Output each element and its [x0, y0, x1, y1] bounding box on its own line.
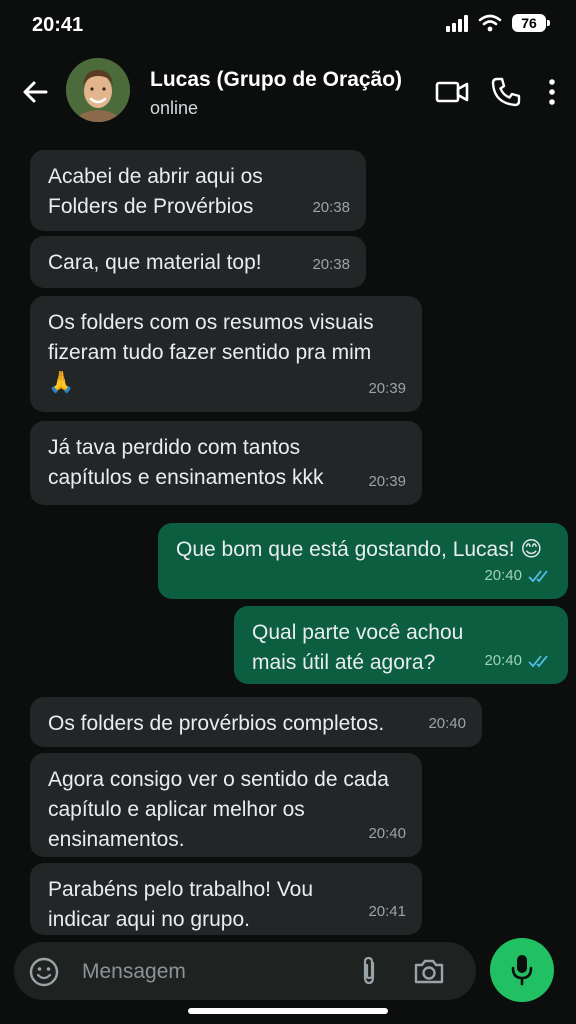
camera-icon[interactable]: [412, 956, 446, 986]
emoji-icon[interactable]: [28, 956, 60, 988]
message-incoming[interactable]: Os folders de provérbios completos. 20:4…: [30, 697, 482, 747]
battery-indicator: 76: [512, 14, 550, 32]
message-incoming[interactable]: Acabei de abrir aqui os Folders de Prové…: [30, 150, 366, 231]
contact-status: online: [150, 98, 199, 118]
message-time: 20:40: [428, 715, 466, 732]
double-check-icon: [528, 570, 548, 583]
message-list[interactable]: Acabei de abrir aqui os Folders de Prové…: [0, 138, 576, 938]
cellular-signal-icon: [446, 14, 468, 32]
mic-icon: [511, 955, 533, 986]
message-outgoing[interactable]: Qual parte você achou mais útil até agor…: [234, 606, 568, 684]
phone-icon[interactable]: [488, 74, 524, 110]
message-text: Acabei de abrir aqui os Folders de Prové…: [48, 165, 263, 218]
message-text: Os folders de provérbios completos.: [48, 712, 385, 735]
message-text: Cara, que material top!: [48, 251, 262, 274]
double-check-icon: [528, 655, 548, 668]
message-composer: [14, 942, 476, 1000]
message-time: 20:39: [368, 380, 406, 397]
message-time: 20:40: [484, 567, 522, 584]
wifi-icon: [478, 14, 502, 32]
status-bar: 20:41 76: [0, 0, 576, 54]
message-time: 20:40: [368, 825, 406, 842]
message-incoming[interactable]: Os folders com os resumos visuais fizera…: [30, 296, 422, 412]
more-options-icon[interactable]: [540, 74, 564, 110]
status-time: 20:41: [32, 14, 84, 36]
back-arrow-icon[interactable]: [18, 74, 54, 110]
message-text: Já tava perdido com tantos capítulos e e…: [48, 436, 324, 489]
video-call-icon[interactable]: [434, 74, 470, 110]
message-time: 20:38: [312, 199, 350, 216]
status-icons: 76: [446, 14, 550, 32]
message-time: 20:40: [484, 652, 522, 669]
message-time: 20:39: [368, 473, 406, 490]
message-text: Agora consigo ver o sentido de cada capí…: [48, 768, 389, 851]
avatar[interactable]: [66, 58, 130, 122]
message-incoming[interactable]: Parabéns pelo trabalho! Vou indicar aqui…: [30, 863, 422, 935]
attach-icon[interactable]: [354, 955, 384, 987]
message-incoming[interactable]: Já tava perdido com tantos capítulos e e…: [30, 421, 422, 505]
home-indicator: [188, 1008, 388, 1014]
message-time: 20:41: [368, 903, 406, 920]
message-time: 20:38: [312, 256, 350, 273]
chat-header: Lucas (Grupo de Oração) online: [0, 54, 576, 130]
mic-button[interactable]: [490, 938, 554, 1002]
message-input[interactable]: [80, 952, 334, 992]
message-text: Parabéns pelo trabalho! Vou indicar aqui…: [48, 878, 314, 931]
message-text: Os folders com os resumos visuais fizera…: [48, 311, 374, 394]
message-incoming[interactable]: Agora consigo ver o sentido de cada capí…: [30, 753, 422, 857]
contact-name[interactable]: Lucas (Grupo de Oração): [150, 68, 402, 92]
message-outgoing[interactable]: Que bom que está gostando, Lucas! 😊 20:4…: [158, 523, 568, 599]
message-incoming[interactable]: Cara, que material top! 20:38: [30, 236, 366, 288]
